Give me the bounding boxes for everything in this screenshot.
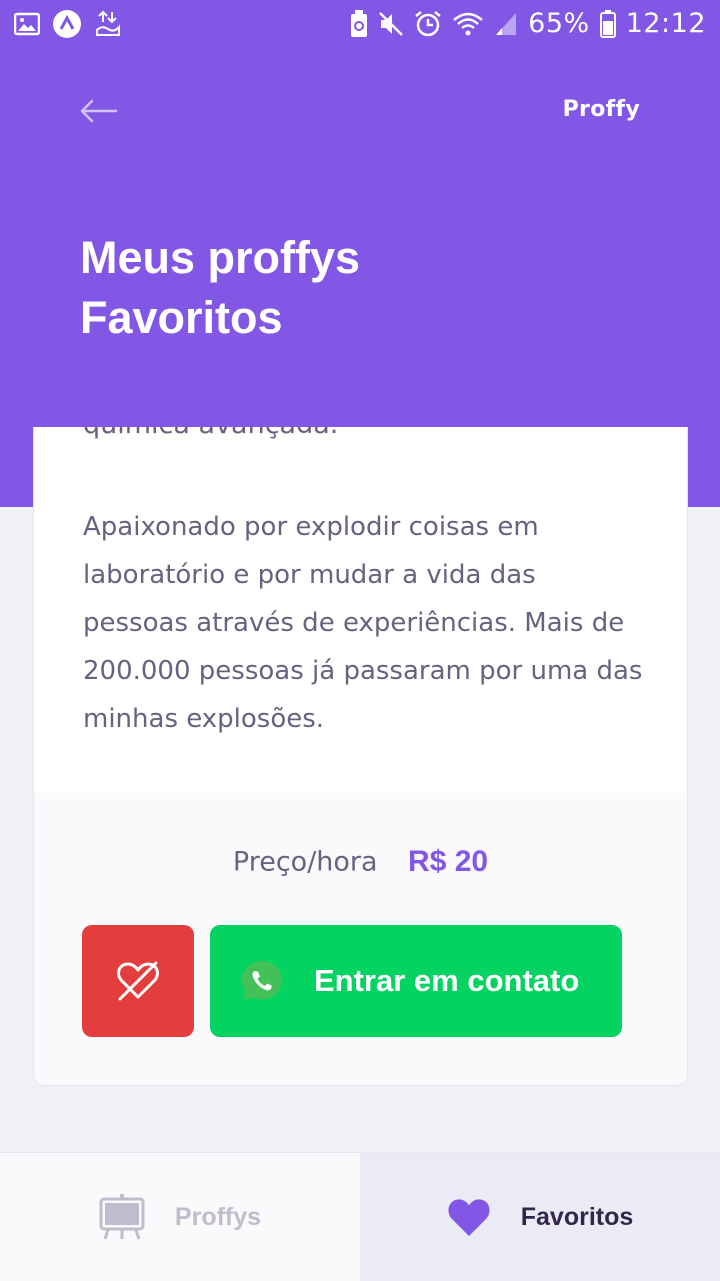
whatsapp-icon xyxy=(242,961,282,1000)
signal-icon xyxy=(496,12,517,35)
card-footer: Preço/hora R$ 20 Entrar em contato xyxy=(34,793,687,1085)
price-row: Preço/hora R$ 20 xyxy=(34,845,687,879)
image-icon xyxy=(14,12,40,36)
wifi-icon xyxy=(453,12,483,35)
heart-outline-broken-icon xyxy=(117,961,159,1001)
contact-label: Entrar em contato xyxy=(314,963,580,998)
bio-previous-line: química avançada. xyxy=(83,427,338,449)
tab-proffys[interactable]: Proffys xyxy=(0,1153,360,1281)
page-title: Meus proffys Favoritos xyxy=(80,228,600,348)
page-title-line2: Favoritos xyxy=(80,292,283,343)
bottom-tab-bar: Proffys Favoritos xyxy=(0,1152,720,1281)
clock: 12:12 xyxy=(625,8,706,39)
battery-icon xyxy=(599,9,616,38)
easel-icon xyxy=(99,1194,145,1240)
teacher-card: química avançada. Apaixonado por explodi… xyxy=(33,427,688,1086)
status-bar: 65% 12:12 xyxy=(0,0,720,50)
unfavorite-button[interactable] xyxy=(82,925,194,1037)
brand-logo: Proffy xyxy=(562,97,640,122)
data-transfer-icon xyxy=(96,10,120,36)
app-icon xyxy=(53,10,81,38)
alarm-icon xyxy=(415,10,441,36)
arrow-left-icon[interactable] xyxy=(78,96,118,126)
battery-percentage: 65% xyxy=(528,8,590,39)
bio-area: química avançada. Apaixonado por explodi… xyxy=(34,427,687,793)
contact-button[interactable]: Entrar em contato xyxy=(210,925,622,1037)
tab-favoritos-label: Favoritos xyxy=(520,1202,634,1231)
tab-proffys-label: Proffys xyxy=(174,1202,262,1231)
price-value: R$ 20 xyxy=(408,845,489,878)
tab-favoritos[interactable]: Favoritos xyxy=(360,1153,720,1281)
mute-icon xyxy=(379,11,404,36)
battery-saver-icon xyxy=(351,9,368,37)
page-title-line1: Meus proffys xyxy=(80,232,361,283)
teacher-bio: Apaixonado por explodir coisas em labora… xyxy=(83,512,643,734)
price-label: Preço/hora xyxy=(232,846,378,878)
heart-icon xyxy=(448,1199,490,1236)
